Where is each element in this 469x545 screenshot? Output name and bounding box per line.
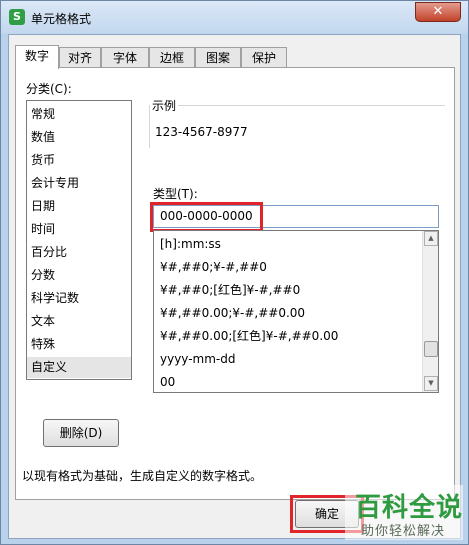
scroll-thumb[interactable] [424,341,438,357]
format-item[interactable]: ¥#,##0;[红色]¥-#,##0 [160,279,300,301]
close-button[interactable]: ✕ [415,2,461,22]
title-bar[interactable]: S 单元格格式 ✕ [1,1,468,34]
tab-number[interactable]: 数字 [15,45,59,69]
scroll-down-icon[interactable]: ▼ [424,376,438,391]
category-item-accounting[interactable]: 会计专用 [27,173,131,194]
type-label: 类型(T): [153,187,198,201]
format-item[interactable]: ¥#,##0.00;¥-#,##0.00 [160,302,305,324]
number-tab-panel: 分类(C): 常规 数值 货币 会计专用 日期 时间 百分比 分数 科学记数 文… [15,67,455,500]
close-icon: ✕ [432,4,444,19]
tab-font[interactable]: 字体 [101,47,149,68]
category-label: 分类(C): [26,82,72,96]
category-item-special[interactable]: 特殊 [27,334,131,355]
category-item-number[interactable]: 数值 [27,127,131,148]
category-item-text[interactable]: 文本 [27,311,131,332]
format-description: 以现有格式为基础，生成自定义的数字格式。 [22,469,263,483]
dialog-title: 单元格格式 [31,12,92,26]
category-list[interactable]: 常规 数值 货币 会计专用 日期 时间 百分比 分数 科学记数 文本 特殊 自定… [26,100,132,380]
format-cells-dialog: S 单元格格式 ✕ 数字 对齐 字体 边框 图案 保护 分类(C): 常规 数值… [0,0,469,545]
format-list-scrollbar[interactable]: ▲ ▼ [422,231,438,392]
type-input-highlight [150,202,263,232]
delete-button[interactable]: 删除(D) [43,419,119,447]
sample-value: 123-4567-8977 [155,125,248,139]
format-item[interactable]: ¥#,##0.00;[红色]¥-#,##0.00 [160,325,338,347]
tab-border[interactable]: 边框 [149,47,195,68]
category-item-general[interactable]: 常规 [27,104,131,125]
category-item-time[interactable]: 时间 [27,219,131,240]
watermark-sub-text: 助你轻松解决 [361,524,446,539]
category-item-date[interactable]: 日期 [27,196,131,217]
category-item-custom[interactable]: 自定义 [27,357,131,378]
scroll-up-icon[interactable]: ▲ [424,231,438,246]
tab-protection[interactable]: 保护 [241,47,287,68]
format-item[interactable]: yyyy-mm-dd [160,348,235,370]
tab-alignment[interactable]: 对齐 [59,47,101,68]
category-item-fraction[interactable]: 分数 [27,265,131,286]
format-item[interactable]: ¥#,##0;¥-#,##0 [160,256,267,278]
format-item[interactable]: 00 [160,371,175,392]
category-item-currency[interactable]: 货币 [27,150,131,171]
wps-app-icon: S [9,9,25,25]
watermark-logo: 百科全说 助你轻松解决 [345,485,463,540]
category-item-scientific[interactable]: 科学记数 [27,288,131,309]
format-list[interactable]: [h]:mm:ss ¥#,##0;¥-#,##0 ¥#,##0;[红色]¥-#,… [153,230,439,393]
format-item[interactable]: [h]:mm:ss [160,233,221,255]
watermark-main-text: 百科全说 [355,493,464,523]
dialog-body: 数字 对齐 字体 边框 图案 保护 分类(C): 常规 数值 货币 会计专用 日… [8,34,463,540]
category-item-percentage[interactable]: 百分比 [27,242,131,263]
tab-pattern[interactable]: 图案 [195,47,241,68]
sample-caption: 示例 [150,97,179,114]
